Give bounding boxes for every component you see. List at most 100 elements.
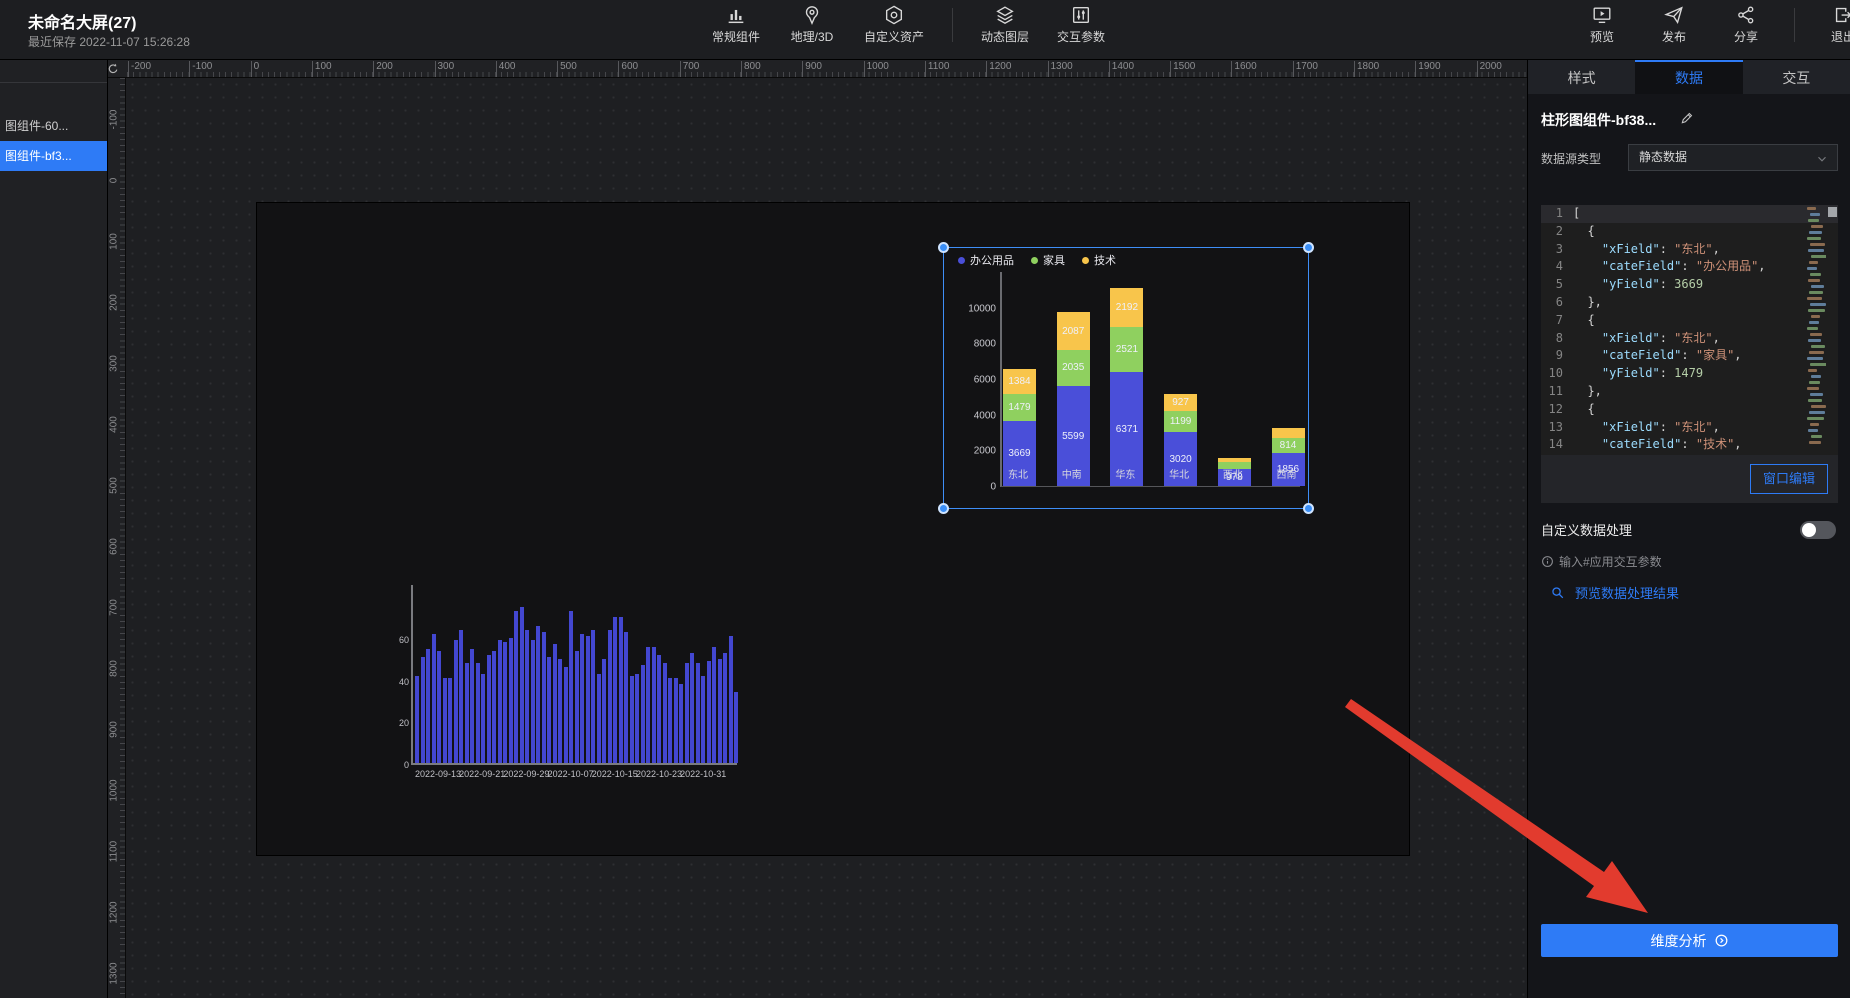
tab-数据[interactable]: 数据 [1635, 60, 1742, 94]
time-bar [657, 655, 661, 763]
time-bar [465, 663, 469, 763]
exit-icon [1832, 4, 1850, 26]
legend-item: 家具 [1031, 252, 1065, 268]
line-number: 6 [1541, 294, 1573, 312]
window-edit-button[interactable]: 窗口编辑 [1750, 464, 1828, 494]
v-ruler-label: 0 [109, 169, 120, 193]
minimap-line [1810, 213, 1820, 216]
toolbar-tools: 常规组件地理/3D 自定义资产 动态图层交互参数 [712, 4, 1105, 45]
custom-processing-row: 自定义数据处理 [1541, 520, 1838, 542]
x-tick-label: 2022-10-15 [592, 769, 638, 779]
action-preview[interactable]: 预览 [1578, 4, 1626, 45]
time-bar [668, 678, 672, 763]
tab-交互[interactable]: 交互 [1743, 60, 1850, 94]
search-icon [1550, 585, 1565, 600]
stacked-bar-chart-component[interactable]: 办公用品家具技术 0200040006000800010000 36691479… [944, 248, 1308, 508]
v-ruler-label: 500 [109, 474, 120, 498]
tool-chart-bar[interactable]: 常规组件 [712, 4, 760, 45]
minimap-line [1808, 249, 1824, 252]
editor-scrollbar-thumb[interactable] [1828, 207, 1837, 217]
minimap-line [1810, 363, 1826, 366]
y-tick-label: 0 [404, 760, 409, 770]
time-bar [591, 630, 595, 763]
horizontal-ruler: -200-10001002003004005006007008009001000… [108, 60, 1527, 78]
time-bar [531, 640, 535, 763]
layers-sidebar-header [0, 60, 107, 83]
arrow-circle-icon [1714, 933, 1729, 948]
x-tick-label: 2022-09-13 [415, 769, 461, 779]
bar-segment: 1199 [1164, 411, 1197, 432]
toolbar-label: 分享 [1734, 28, 1758, 45]
time-bar [619, 617, 623, 763]
resize-handle-bottom-left[interactable] [938, 503, 949, 514]
datasource-type-select[interactable]: 静态数据 [1628, 144, 1838, 171]
time-bar [432, 634, 436, 763]
tool-sliders[interactable]: 交互参数 [1057, 4, 1105, 45]
time-bar [663, 663, 667, 763]
action-exit[interactable]: 退出 [1819, 4, 1850, 45]
minimap-line [1809, 231, 1822, 234]
custom-processing-toggle[interactable] [1800, 521, 1836, 539]
tool-layers[interactable]: 动态图层 [981, 4, 1029, 45]
minimap-line [1808, 339, 1821, 342]
resize-handle-bottom-right[interactable] [1303, 503, 1314, 514]
layer-item[interactable]: 图组件-bf3... [0, 141, 107, 171]
editor-footer: 窗口编辑 [1541, 455, 1838, 503]
artboard[interactable]: 办公用品家具技术 0200040006000800010000 36691479… [257, 203, 1409, 855]
time-bar [608, 630, 612, 763]
legend-label: 家具 [1043, 252, 1065, 268]
layer-item[interactable]: 图组件-60... [0, 111, 107, 141]
tool-hexagon[interactable]: 自定义资产 [864, 4, 924, 45]
y-tick-label: 60 [399, 635, 409, 645]
code-line: 9 "cateField": "家具", [1541, 347, 1838, 365]
code-line: 12 { [1541, 401, 1838, 419]
toolbar-label: 预览 [1590, 28, 1614, 45]
time-bar [602, 659, 606, 763]
datasource-type-label: 数据源类型 [1541, 150, 1601, 167]
code-line: 10 "yField": 1479 [1541, 365, 1838, 383]
h-ruler-label: -200 [131, 61, 151, 72]
editor-canvas[interactable]: 办公用品家具技术 0200040006000800010000 36691479… [126, 78, 1527, 998]
h-ruler-label: 1100 [928, 61, 950, 72]
tab-样式[interactable]: 样式 [1528, 60, 1635, 94]
y-tick-label: 20 [399, 718, 409, 728]
tool-map-pin[interactable]: 地理/3D [788, 4, 836, 45]
time-bar [569, 611, 573, 763]
minimap-line [1809, 441, 1821, 444]
h-ruler-label: 1300 [1051, 61, 1073, 72]
dimension-analysis-button[interactable]: 维度分析 [1541, 924, 1838, 957]
action-publish[interactable]: 发布 [1650, 4, 1698, 45]
time-bar [503, 642, 507, 763]
legend-label: 办公用品 [970, 252, 1014, 268]
x-tick-label: 2022-09-21 [459, 769, 505, 779]
code-line: 14 "cateField": "技术", [1541, 436, 1838, 454]
minimap-line [1810, 423, 1819, 426]
line-number: 5 [1541, 276, 1573, 294]
v-ruler-label: 300 [109, 352, 120, 376]
v-ruler-label: 800 [109, 657, 120, 681]
x-tick-label: 2022-10-31 [680, 769, 726, 779]
time-series-bar-chart-component[interactable]: 0204060 2022-09-132022-09-212022-09-2920… [397, 583, 757, 783]
minimap-line [1810, 303, 1826, 306]
time-bar [558, 659, 562, 763]
line-number: 9 [1541, 347, 1573, 365]
chart2-plot-area [411, 585, 737, 765]
time-bar [564, 667, 568, 763]
resize-handle-top-right[interactable] [1303, 242, 1314, 253]
code-line: 7 { [1541, 312, 1838, 330]
y-tick-label: 6000 [974, 374, 996, 385]
h-ruler-label: 800 [744, 61, 761, 72]
preview-result-link[interactable]: 预览数据处理结果 [1550, 583, 1679, 602]
rename-pencil-icon[interactable] [1680, 111, 1694, 130]
time-bar [514, 611, 518, 763]
action-share[interactable]: 分享 [1722, 4, 1770, 45]
legend-item: 技术 [1082, 252, 1116, 268]
minimap-line [1807, 387, 1819, 390]
line-number: 7 [1541, 312, 1573, 330]
static-data-code-editor[interactable]: 1[2 {3 "xField": "东北",4 "cateField": "办公… [1541, 205, 1838, 455]
minimap-line [1809, 321, 1819, 324]
time-bar [712, 647, 716, 763]
resize-handle-top-left[interactable] [938, 242, 949, 253]
minimap-line [1809, 291, 1823, 294]
minimap-line [1809, 381, 1820, 384]
